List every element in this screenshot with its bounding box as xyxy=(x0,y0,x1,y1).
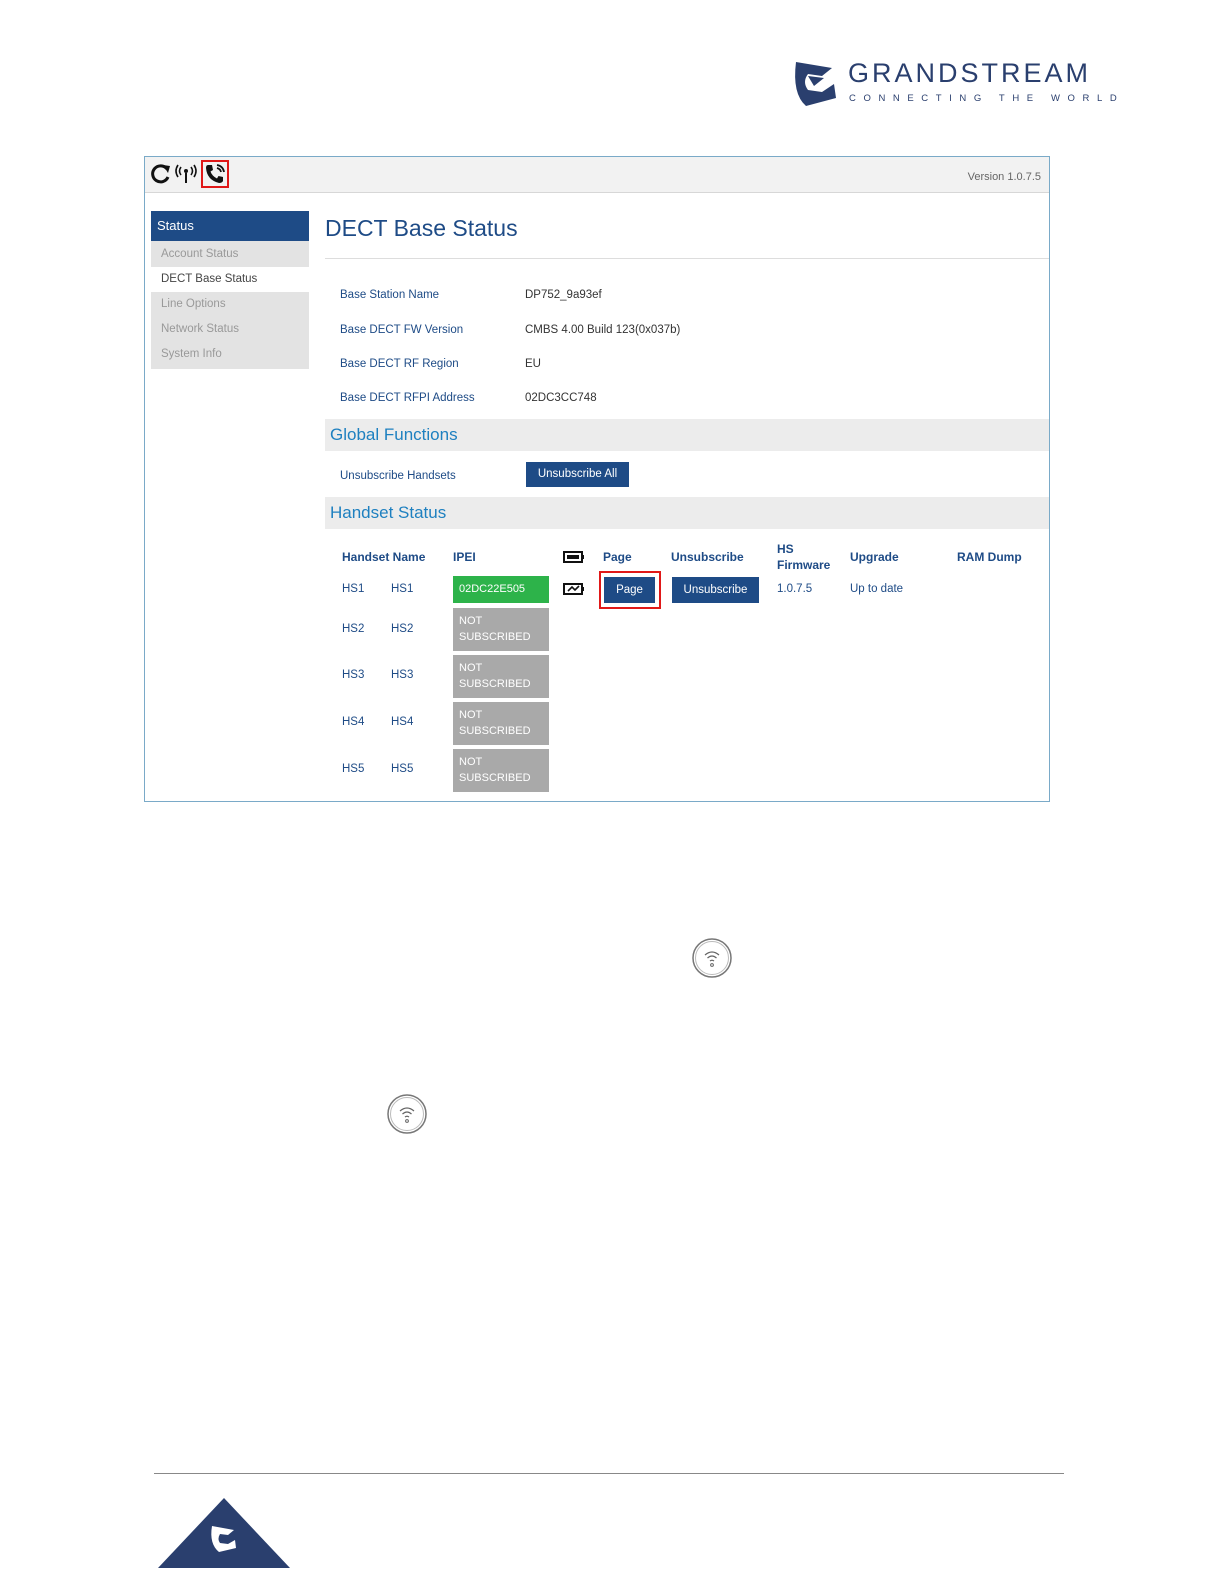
column-header-upgrade: Upgrade xyxy=(850,550,899,564)
handset-id-hs3: HS3 xyxy=(342,669,365,681)
handset-name-hs5: HS5 xyxy=(391,763,414,775)
footer-divider xyxy=(154,1473,1064,1474)
handset-name-hs3: HS3 xyxy=(391,669,414,681)
info-label-rfpi-address: Base DECT RFPI Address xyxy=(340,392,475,404)
ipei-hs2-line2: SUBSCRIBED xyxy=(459,631,531,643)
column-header-page: Page xyxy=(603,550,632,564)
signal-icon[interactable] xyxy=(175,163,197,185)
ipei-hs4-line2: SUBSCRIBED xyxy=(459,725,531,737)
brand-tagline: CONNECTING THE WORLD xyxy=(849,93,1125,104)
sidebar-item-account-status[interactable]: Account Status xyxy=(151,242,309,267)
ipei-hs5-line1: NOT xyxy=(459,756,483,768)
handset-name-hs2: HS2 xyxy=(391,623,414,635)
battery-charging-icon xyxy=(563,583,584,595)
unsubscribe-button-hs1[interactable]: Unsubscribe xyxy=(672,577,759,603)
paging-key-icon xyxy=(387,1094,427,1134)
ipei-hs1: 02DC22E505 xyxy=(453,576,549,603)
info-label-station-name: Base Station Name xyxy=(340,289,440,301)
web-ui-screenshot: Version 1.0.7.5 Status Account Status DE… xyxy=(144,156,1050,802)
info-label-fw-version: Base DECT FW Version xyxy=(340,324,464,336)
unsubscribe-handsets-label: Unsubscribe Handsets xyxy=(340,470,456,482)
ipei-hs3-line2: SUBSCRIBED xyxy=(459,678,531,690)
ipei-hs4: NOT SUBSCRIBED xyxy=(453,702,549,745)
sidebar-item-system-info[interactable]: System Info xyxy=(151,342,309,367)
column-header-unsubscribe: Unsubscribe xyxy=(671,550,744,564)
section-title-global-functions: Global Functions xyxy=(330,425,458,444)
handset-id-hs2: HS2 xyxy=(342,623,365,635)
version-label: Version 1.0.7.5 xyxy=(967,171,1041,183)
sidebar-item-network-status[interactable]: Network Status xyxy=(151,317,309,342)
ipei-hs5-line2: SUBSCRIBED xyxy=(459,772,531,784)
refresh-icon[interactable] xyxy=(150,163,172,185)
battery-icon xyxy=(563,551,584,563)
section-title-handset-status: Handset Status xyxy=(330,503,447,522)
upgrade-status-hs1: Up to date xyxy=(850,583,904,595)
column-header-handset-name: Handset Name xyxy=(342,550,426,564)
info-value-fw-version: CMBS 4.00 Build 123(0x037b) xyxy=(525,324,681,336)
info-label-rf-region: Base DECT RF Region xyxy=(340,358,459,370)
column-header-hs-firmware-line1: HS xyxy=(777,542,794,556)
info-value-station-name: DP752_9a93ef xyxy=(525,289,602,301)
column-header-ram-dump: RAM Dump xyxy=(957,550,1022,564)
ipei-hs3-line1: NOT xyxy=(459,662,483,674)
ipei-hs2: NOT SUBSCRIBED xyxy=(453,608,549,651)
page-button-hs1[interactable]: Page xyxy=(604,577,655,603)
ipei-hs4-line1: NOT xyxy=(459,709,483,721)
column-header-ipei: IPEI xyxy=(453,550,476,564)
ipei-hs5: NOT SUBSCRIBED xyxy=(453,749,549,792)
handset-id-hs4: HS4 xyxy=(342,716,365,728)
column-header-hs-firmware-line2: Firmware xyxy=(777,558,831,572)
section-handset-status: Handset Status xyxy=(325,497,1049,529)
sidebar-item-line-options[interactable]: Line Options xyxy=(151,292,309,317)
ipei-hs3: NOT SUBSCRIBED xyxy=(453,655,549,698)
sidebar-header-status[interactable]: Status xyxy=(151,211,309,241)
phone-ring-icon[interactable] xyxy=(201,160,229,188)
sidebar-item-dect-base-status[interactable]: DECT Base Status xyxy=(151,267,309,292)
footer-logo-icon xyxy=(158,1498,290,1568)
title-divider xyxy=(325,258,1049,259)
sidebar: Status Account Status DECT Base Status L… xyxy=(151,211,309,369)
handset-name-hs1: HS1 xyxy=(391,583,414,595)
top-toolbar: Version 1.0.7.5 xyxy=(145,157,1049,193)
grandstream-logo-mark-icon xyxy=(795,62,836,106)
info-value-rf-region: EU xyxy=(525,358,541,370)
handset-name-hs4: HS4 xyxy=(391,716,414,728)
page-title: DECT Base Status xyxy=(325,215,518,241)
handset-id-hs1: HS1 xyxy=(342,583,365,595)
paging-key-icon xyxy=(692,938,732,978)
brand-name: GRANDSTREAM xyxy=(848,58,1092,88)
info-value-rfpi-address: 02DC3CC748 xyxy=(525,392,597,404)
grandstream-logo: GRANDSTREAM CONNECTING THE WORLD xyxy=(792,56,1122,112)
handset-id-hs5: HS5 xyxy=(342,763,365,775)
ipei-hs2-line1: NOT xyxy=(459,615,483,627)
firmware-hs1: 1.0.7.5 xyxy=(777,583,813,595)
section-global-functions: Global Functions xyxy=(325,419,1049,451)
unsubscribe-all-button[interactable]: Unsubscribe All xyxy=(526,462,629,487)
